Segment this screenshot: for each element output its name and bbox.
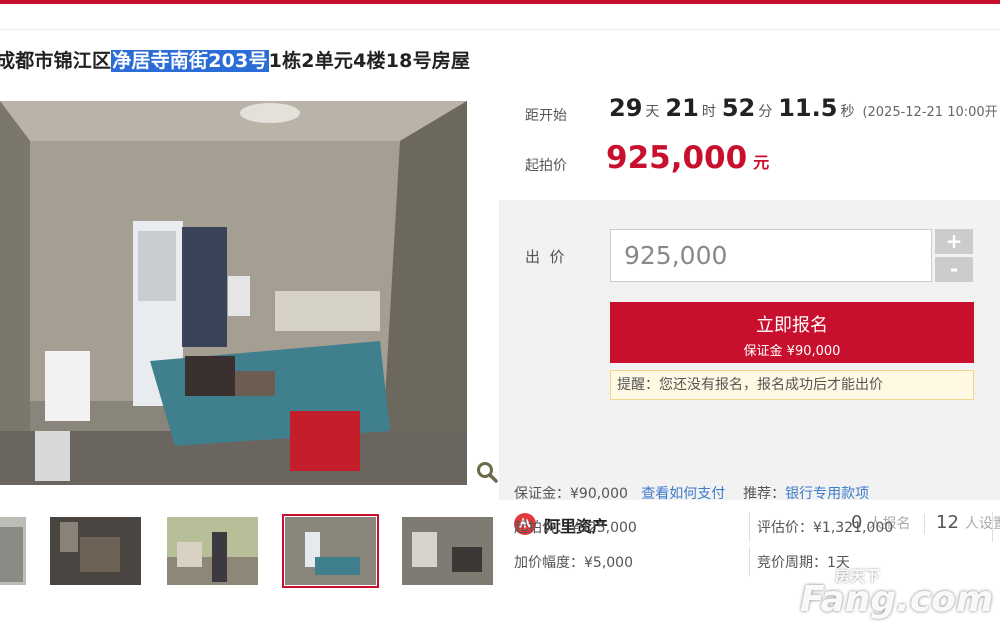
main-property-photo[interactable] [0, 101, 467, 485]
bank-loan-link[interactable]: 银行专用款项 [785, 486, 869, 502]
deposit-info: 保证金：¥90,000 查看如何支付 推荐：银行专用款项 [514, 483, 869, 503]
countdown-hours-unit: 时 [701, 104, 716, 120]
reminder-count-unit: 人设置 [964, 516, 1000, 532]
detail-start-price: 起拍价：¥925,000 [514, 520, 637, 536]
start-price: 925,000 元 [606, 140, 769, 176]
detail-appraisal: 评估价：¥1,321,000 [757, 520, 894, 536]
countdown-days: 29 [609, 94, 643, 122]
auction-page: 成都市锦江区净居寺南街203号1栋2单元4楼18号房屋 距开始 29 天 21 … [0, 0, 1000, 637]
signup-deposit-label: 保证金 ¥90,000 [743, 344, 841, 359]
thumbnail-5[interactable] [402, 517, 493, 585]
title-suffix: 1栋2单元4楼18号房屋 [268, 50, 471, 72]
auction-status: 距开始 29 天 21 时 52 分 11.5 秒 (2025-12-21 10:00开 起拍价… [499, 88, 1000, 198]
decrease-bid-button[interactable]: - [935, 257, 973, 282]
top-nav-strip [0, 4, 1000, 30]
thumbnail-1[interactable] [0, 517, 26, 585]
thumbnail-3[interactable] [167, 517, 258, 585]
photo-thumbnails [0, 514, 500, 588]
title-selected-text[interactable]: 净居寺南街203号 [111, 50, 269, 72]
bid-box: 出 价 925,000 + - 立即报名 保证金 ¥90,000 提醒：您还没有… [499, 200, 1000, 500]
thumbnail-4-selected[interactable] [282, 514, 379, 588]
countdown-days-unit: 天 [645, 104, 660, 120]
bid-input[interactable]: 925,000 [610, 229, 932, 282]
detail-increment: 加价幅度：¥5,000 [514, 555, 633, 571]
start-price-label: 起拍价 [525, 158, 567, 174]
reminder-count: 12 人设置 [936, 512, 1000, 533]
increase-bid-button[interactable]: + [935, 229, 973, 254]
bid-label: 出 价 [525, 248, 565, 266]
start-date: (2025-12-21 10:00开 [862, 105, 998, 120]
page-title: 成都市锦江区净居寺南街203号1栋2单元4楼18号房屋 [0, 46, 470, 73]
auction-panel: 距开始 29 天 21 时 52 分 11.5 秒 (2025-12-21 10:00开 起拍价… [499, 88, 1000, 637]
signup-reminder: 提醒：您还没有报名，报名成功后才能出价 [610, 370, 974, 400]
countdown-seconds: 11.5 [778, 94, 838, 122]
zoom-icon[interactable] [476, 461, 498, 483]
watermark-big-text: Fang.com [800, 579, 994, 620]
start-price-value: 925,000 [606, 140, 748, 176]
detail-divider [749, 512, 750, 542]
count-divider [924, 514, 925, 534]
detail-divider-right [992, 512, 993, 542]
detail-divider-2 [749, 547, 750, 577]
bid-stepper: + - [935, 229, 973, 282]
recommend-label: 推荐： [743, 486, 786, 502]
countdown-minutes-unit: 分 [758, 104, 773, 120]
deposit-text: 保证金：¥90,000 [514, 486, 628, 502]
signup-button[interactable]: 立即报名 保证金 ¥90,000 [610, 302, 974, 363]
countdown-hours: 21 [665, 94, 699, 122]
countdown-timer: 29 天 21 时 52 分 11.5 秒 (2025-12-21 10:00开 [609, 94, 998, 122]
how-to-pay-link[interactable]: 查看如何支付 [641, 486, 725, 502]
reminder-count-number: 12 [936, 512, 959, 533]
countdown-seconds-unit: 秒 [840, 104, 855, 120]
title-prefix: 成都市锦江区 [0, 50, 112, 72]
signup-button-label: 立即报名 [756, 315, 828, 336]
countdown-minutes: 52 [721, 94, 756, 122]
fang-watermark: 房天下 Fang.com [795, 565, 995, 637]
thumbnail-2[interactable] [50, 517, 141, 585]
currency-label: 元 [753, 153, 770, 172]
countdown-label: 距开始 [525, 108, 567, 124]
